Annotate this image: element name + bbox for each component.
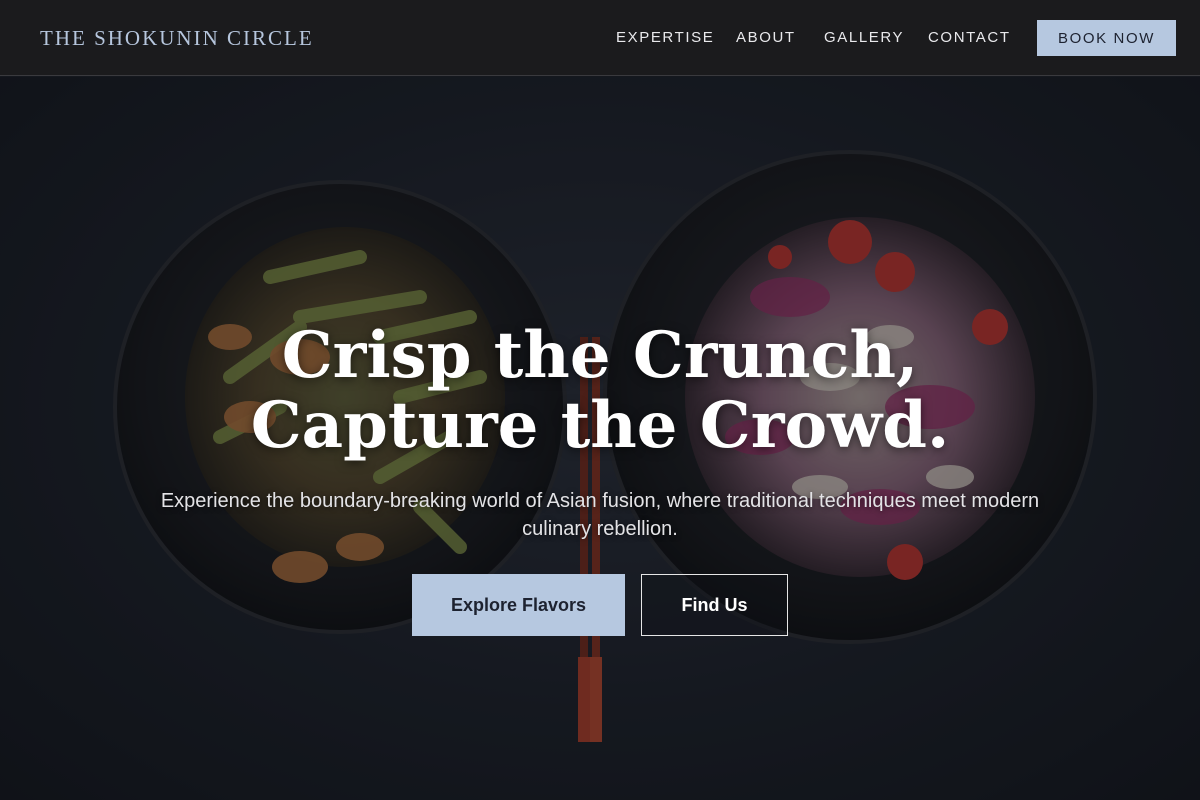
find-us-button[interactable]: Find Us	[641, 574, 788, 636]
hero-headline-line-1: Crisp the Crunch,	[281, 318, 919, 393]
explore-flavors-button[interactable]: Explore Flavors	[412, 574, 625, 636]
nav-link-about[interactable]: ABOUT	[736, 29, 796, 46]
site-header: THE SHOKUNIN CIRCLE EXPERTISE ABOUT GALL…	[0, 0, 1200, 76]
hero-subtitle: Experience the boundary-breaking world o…	[160, 490, 1040, 540]
hero-content: Crisp the Crunch, Capture the Crowd. Exp…	[0, 77, 1200, 800]
main-nav: EXPERTISE ABOUT GALLERY CONTACT	[0, 29, 1200, 49]
nav-link-gallery[interactable]: GALLERY	[824, 29, 904, 46]
book-now-button[interactable]: BOOK NOW	[1037, 20, 1176, 56]
nav-link-contact[interactable]: CONTACT	[928, 29, 1011, 46]
nav-link-expertise[interactable]: EXPERTISE	[616, 29, 714, 46]
hero-headline: Crisp the Crunch, Capture the Crowd.	[0, 321, 1200, 461]
hero-section: Crisp the Crunch, Capture the Crowd. Exp…	[0, 77, 1200, 800]
hero-headline-line-2: Capture the Crowd.	[250, 388, 950, 463]
